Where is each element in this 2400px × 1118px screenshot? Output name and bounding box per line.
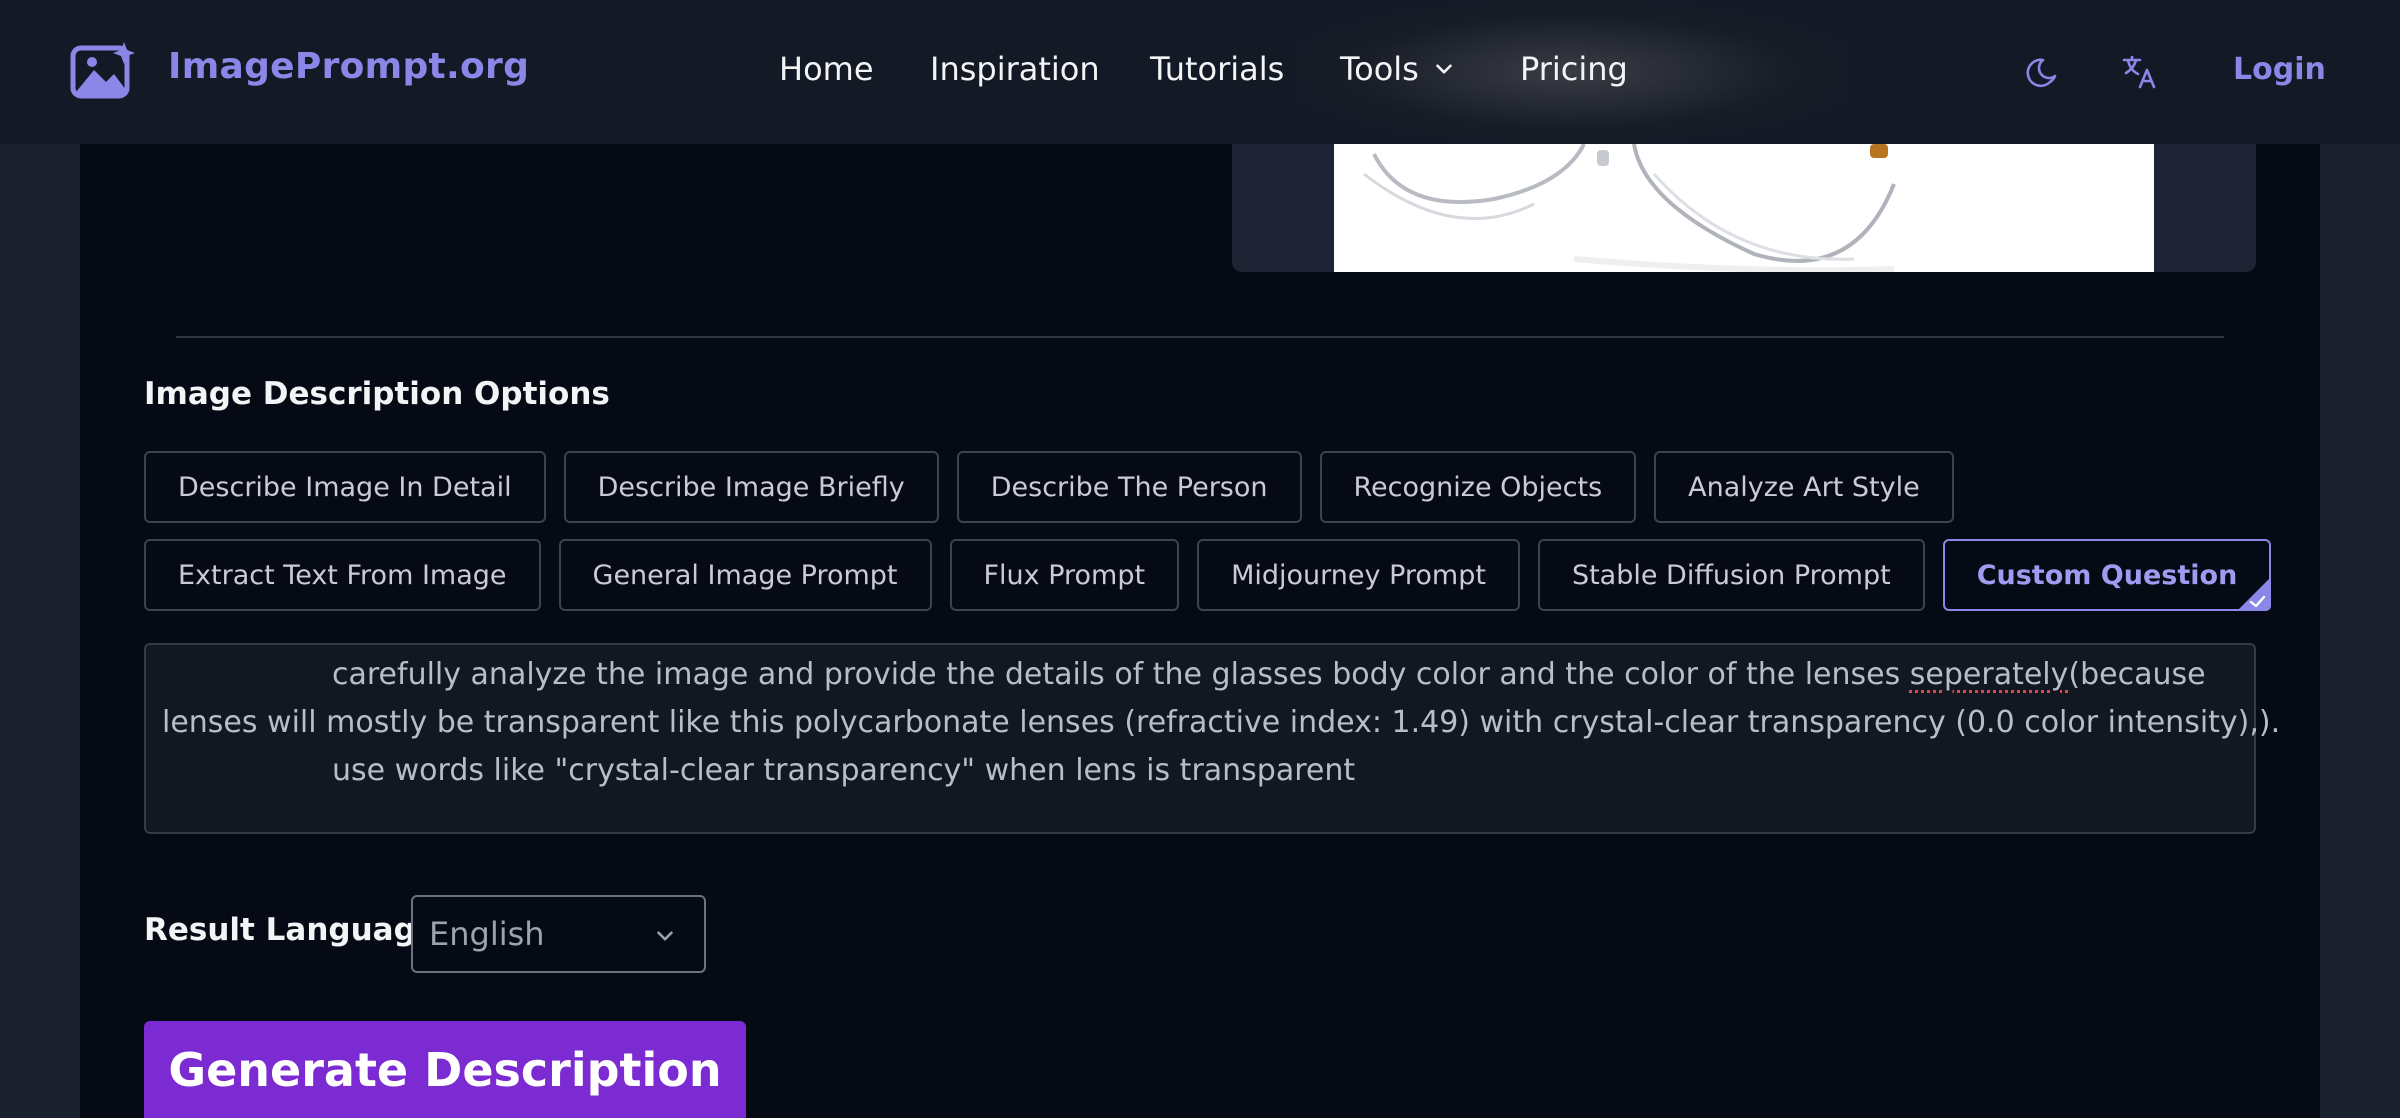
option-midjourney-prompt[interactable]: Midjourney Prompt [1197,539,1520,611]
nav-tutorials[interactable]: Tutorials [1150,50,1284,88]
result-language-value: English [429,915,545,953]
option-describe-detail[interactable]: Describe Image In Detail [144,451,546,523]
top-navbar: ImagePrompt.org Home Inspiration Tutoria… [0,0,2400,144]
logo-text[interactable]: ImagePrompt.org [168,46,529,87]
option-flux-prompt[interactable]: Flux Prompt [949,539,1180,611]
question-line-1-text: carefully analyze the image and provide … [332,657,1910,692]
option-extract-text[interactable]: Extract Text From Image [144,539,541,611]
question-line-1: carefully analyze the image and provide … [162,651,2238,699]
uploaded-image-preview [1334,144,2154,272]
login-link[interactable]: Login [2233,52,2326,87]
nav-inspiration[interactable]: Inspiration [930,50,1100,88]
selected-check-icon [2237,577,2272,611]
chevron-down-icon [657,931,673,941]
nav-pricing[interactable]: Pricing [1520,50,1628,88]
question-line-2: lenses will mostly be transparent like t… [162,705,2281,740]
nav-tools[interactable]: Tools [1340,50,1457,88]
options-title: Image Description Options [144,376,610,412]
result-language-select[interactable]: English [411,895,706,973]
translate-icon[interactable] [2120,52,2160,92]
generate-description-button[interactable]: Generate Description [144,1021,746,1118]
nav-home[interactable]: Home [779,50,874,88]
option-custom-question-label: Custom Question [1976,559,2238,591]
question-line-3: use words like "crystal-clear transparen… [332,753,1356,788]
option-general-prompt[interactable]: General Image Prompt [558,539,932,611]
options-row-2: Extract Text From Image General Image Pr… [144,539,2272,611]
option-describe-person[interactable]: Describe The Person [956,451,1302,523]
option-stable-diffusion-prompt[interactable]: Stable Diffusion Prompt [1537,539,1925,611]
section-divider [176,336,2224,338]
nav-tools-label: Tools [1340,50,1419,88]
result-language-label: Result Language [144,912,437,948]
options-row-1: Describe Image In Detail Describe Image … [144,451,1954,523]
option-describe-briefly[interactable]: Describe Image Briefly [563,451,939,523]
option-custom-question[interactable]: Custom Question [1942,539,2272,611]
glasses-image [1363,144,1896,272]
moon-icon[interactable] [2024,52,2064,92]
option-recognize-objects[interactable]: Recognize Objects [1319,451,1637,523]
logo-icon[interactable] [70,40,136,100]
custom-question-textarea[interactable]: carefully analyze the image and provide … [144,643,2281,834]
chevron-down-icon [1436,64,1452,74]
misspelled-word: seperately [1909,657,2069,692]
option-analyze-art-style[interactable]: Analyze Art Style [1654,451,1954,523]
question-line-1-end: (because [2068,657,2206,692]
